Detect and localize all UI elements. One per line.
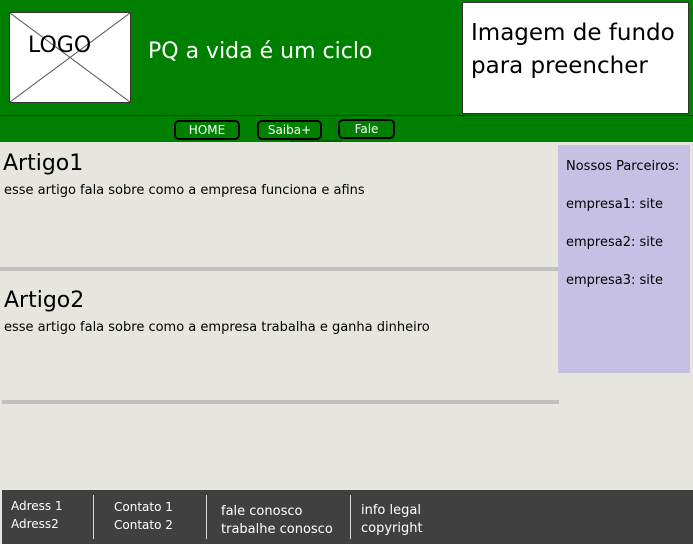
footer-address-column: Adress 1 Adress2 [11,497,63,533]
footer-divider [350,495,351,539]
article-2-title: Artigo2 [4,288,85,313]
footer-divider [206,495,207,539]
partner-link[interactable]: empresa3: site [566,273,663,288]
footer-trabalhe-conosco-link[interactable]: trabalhe conosco [221,521,333,539]
footer-contact-2[interactable]: Contato 2 [114,516,173,534]
partners-sidebar: Nossos Parceiros: empresa1: site empresa… [558,145,690,373]
nav-active-indicator [290,140,342,142]
footer-fale-conosco-link[interactable]: fale conosco [221,503,333,521]
footer-contact-1[interactable]: Contato 1 [114,498,173,516]
footer-contact-column: Contato 1 Contato 2 [114,498,173,534]
footer-legal-column: info legal copyright [361,502,423,538]
article-1-title: Artigo1 [3,151,84,176]
footer: Adress 1 Adress2 Contato 1 Contato 2 fal… [2,490,693,544]
footer-info-legal-link[interactable]: info legal [361,502,423,520]
header: LOGO PQ a vida é um ciclo Imagem de fund… [0,0,693,115]
article-1-text: esse artigo fala sobre como a empresa fu… [4,183,365,198]
partner-link[interactable]: empresa2: site [566,235,663,250]
article-2-text: esse artigo fala sobre como a empresa tr… [4,320,430,335]
footer-address-2: Adress2 [11,517,59,531]
logo-text: LOGO [28,33,92,58]
logo-placeholder: LOGO [9,12,131,103]
article-separator [0,267,558,271]
nav-bar: HOME Saiba+ Fale [0,116,693,142]
footer-talk-column: fale conosco trabalhe conosco [221,503,333,539]
footer-address-1: Adress 1 [11,499,63,513]
background-placeholder-text: Imagem de fundo para preencher [471,20,675,79]
nav-fale-button[interactable]: Fale [338,119,395,139]
article-separator [2,400,559,404]
background-image-placeholder: Imagem de fundo para preencher [462,2,689,114]
nav-saiba-button[interactable]: Saiba+ [257,120,322,140]
footer-divider [93,495,94,539]
partner-link[interactable]: empresa1: site [566,197,663,212]
partners-heading: Nossos Parceiros: [566,159,680,174]
footer-copyright: copyright [361,521,423,536]
nav-home-button[interactable]: HOME [174,120,240,140]
site-title: PQ a vida é um ciclo [148,39,373,64]
